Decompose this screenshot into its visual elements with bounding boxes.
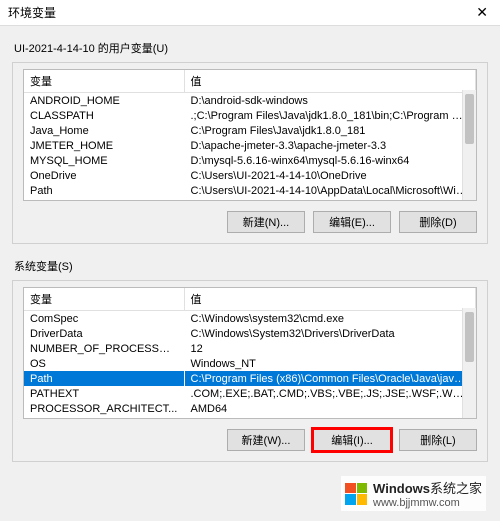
close-icon[interactable]: ✕ <box>472 4 492 21</box>
var-value: 12 <box>184 341 476 356</box>
var-name: ANDROID_HOME <box>24 93 184 109</box>
user-vars-table[interactable]: 变量 值 ANDROID_HOMED:\android-sdk-windowsC… <box>24 70 476 198</box>
var-name: PATHEXT <box>24 386 184 401</box>
scrollbar[interactable] <box>462 308 476 418</box>
var-value: .COM;.EXE;.BAT;.CMD;.VBS;.VBE;.JS;.JSE;.… <box>184 386 476 401</box>
var-name: MYSQL_HOME <box>24 153 184 168</box>
table-row[interactable]: OneDriveC:\Users\UI-2021-4-14-10\OneDriv… <box>24 168 476 183</box>
var-value: C:\Users\UI-2021-4-14-10\AppData\Local\M… <box>184 183 476 198</box>
scrollbar[interactable] <box>462 90 476 200</box>
var-name: OS <box>24 356 184 371</box>
user-delete-button[interactable]: 删除(D) <box>399 211 477 233</box>
table-row[interactable]: ComSpecC:\Windows\system32\cmd.exe <box>24 311 476 327</box>
col-header-name[interactable]: 变量 <box>24 288 184 311</box>
table-row[interactable]: PROCESSOR_ARCHITECT...AMD64 <box>24 401 476 416</box>
var-value: D:\mysql-5.6.16-winx64\mysql-5.6.16-winx… <box>184 153 476 168</box>
var-name: PROCESSOR_ARCHITECT... <box>24 401 184 416</box>
watermark-brand: Windows <box>373 481 430 496</box>
watermark-url: www.bjjmmw.com <box>373 497 482 509</box>
table-row[interactable]: PathC:\Users\UI-2021-4-14-10\AppData\Loc… <box>24 183 476 198</box>
var-value: C:\Program Files (x86)\Common Files\Orac… <box>184 371 476 386</box>
var-name: JMETER_HOME <box>24 138 184 153</box>
var-value: C:\Users\UI-2021-4-14-10\OneDrive <box>184 168 476 183</box>
table-row[interactable]: CLASSPATH.;C:\Program Files\Java\jdk1.8.… <box>24 108 476 123</box>
var-name: Path <box>24 371 184 386</box>
sys-new-button[interactable]: 新建(W)... <box>227 429 305 451</box>
table-row[interactable]: ANDROID_HOMED:\android-sdk-windows <box>24 93 476 109</box>
var-name: OneDrive <box>24 168 184 183</box>
scrollbar-thumb[interactable] <box>465 94 474 144</box>
var-value: AMD64 <box>184 401 476 416</box>
var-name: Java_Home <box>24 123 184 138</box>
sys-vars-group: 变量 值 ComSpecC:\Windows\system32\cmd.exeD… <box>12 280 488 462</box>
var-value: C:\Windows\System32\Drivers\DriverData <box>184 326 476 341</box>
sys-buttons: 新建(W)... 编辑(I)... 删除(L) <box>23 429 477 451</box>
var-value: C:\Windows\system32\cmd.exe <box>184 311 476 327</box>
dialog-title: 环境变量 <box>8 4 56 21</box>
var-value: C:\Program Files\Java\jdk1.8.0_181 <box>184 123 476 138</box>
table-row[interactable]: PathC:\Program Files (x86)\Common Files\… <box>24 371 476 386</box>
var-name: DriverData <box>24 326 184 341</box>
table-row[interactable]: PATHEXT.COM;.EXE;.BAT;.CMD;.VBS;.VBE;.JS… <box>24 386 476 401</box>
sys-delete-button[interactable]: 删除(L) <box>399 429 477 451</box>
var-name: Path <box>24 183 184 198</box>
watermark-suffix: 系统之家 <box>430 481 482 496</box>
col-header-name[interactable]: 变量 <box>24 70 184 93</box>
user-new-button[interactable]: 新建(N)... <box>227 211 305 233</box>
var-value: .;C:\Program Files\Java\jdk1.8.0_181\bin… <box>184 108 476 123</box>
dialog-body: UI-2021-4-14-10 的用户变量(U) 变量 值 ANDROID_HO… <box>0 26 500 488</box>
sys-vars-label: 系统变量(S) <box>14 258 488 274</box>
user-vars-table-wrap: 变量 值 ANDROID_HOMED:\android-sdk-windowsC… <box>23 69 477 201</box>
windows-logo-icon <box>345 483 367 505</box>
var-name: CLASSPATH <box>24 108 184 123</box>
user-edit-button[interactable]: 编辑(E)... <box>313 211 391 233</box>
table-row[interactable]: MYSQL_HOMED:\mysql-5.6.16-winx64\mysql-5… <box>24 153 476 168</box>
user-vars-label: UI-2021-4-14-10 的用户变量(U) <box>14 40 488 56</box>
sys-vars-table[interactable]: 变量 值 ComSpecC:\Windows\system32\cmd.exeD… <box>24 288 476 416</box>
var-value: Windows_NT <box>184 356 476 371</box>
var-name: ComSpec <box>24 311 184 327</box>
table-row[interactable]: Java_HomeC:\Program Files\Java\jdk1.8.0_… <box>24 123 476 138</box>
var-name: NUMBER_OF_PROCESSORS <box>24 341 184 356</box>
titlebar: 环境变量 ✕ <box>0 0 500 26</box>
table-row[interactable]: JMETER_HOMED:\apache-jmeter-3.3\apache-j… <box>24 138 476 153</box>
var-value: D:\apache-jmeter-3.3\apache-jmeter-3.3 <box>184 138 476 153</box>
table-row[interactable]: NUMBER_OF_PROCESSORS12 <box>24 341 476 356</box>
table-row[interactable]: OSWindows_NT <box>24 356 476 371</box>
sys-edit-button[interactable]: 编辑(I)... <box>313 429 391 451</box>
sys-vars-table-wrap: 变量 值 ComSpecC:\Windows\system32\cmd.exeD… <box>23 287 477 419</box>
scrollbar-thumb[interactable] <box>465 312 474 362</box>
table-row[interactable]: DriverDataC:\Windows\System32\Drivers\Dr… <box>24 326 476 341</box>
col-header-value[interactable]: 值 <box>184 288 476 311</box>
user-vars-group: 变量 值 ANDROID_HOMED:\android-sdk-windowsC… <box>12 62 488 244</box>
user-buttons: 新建(N)... 编辑(E)... 删除(D) <box>23 211 477 233</box>
var-value: D:\android-sdk-windows <box>184 93 476 109</box>
watermark: Windows系统之家 www.bjjmmw.com <box>341 476 486 511</box>
col-header-value[interactable]: 值 <box>184 70 476 93</box>
